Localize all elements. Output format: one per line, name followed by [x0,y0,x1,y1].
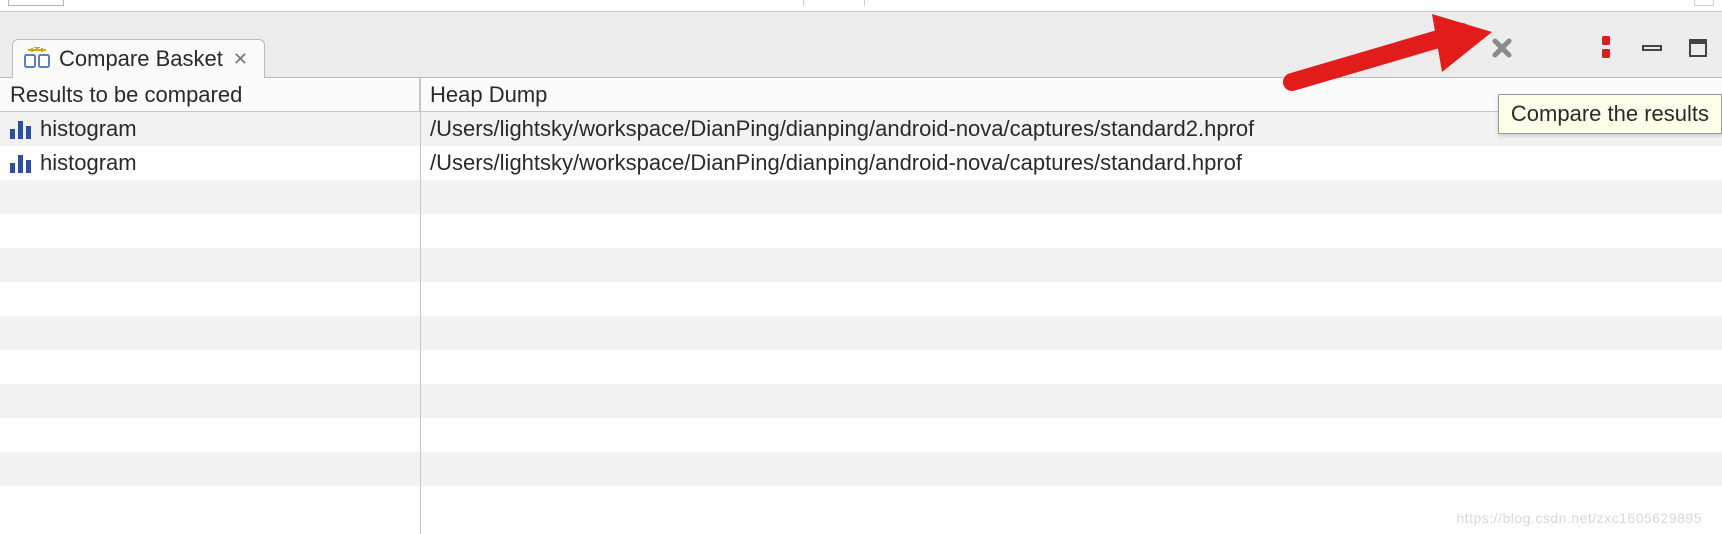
empty-row [0,350,1722,384]
view-tabbar: Compare Basket ✕ [0,36,1722,78]
row-name: histogram [40,150,137,176]
maximize-button[interactable] [1684,34,1712,62]
move-down-button[interactable] [1396,34,1424,62]
basket-icon [23,47,51,71]
tooltip-compare-results: Compare the results [1498,94,1722,134]
column-header-results[interactable]: Results to be compared [0,78,420,111]
minimize-button[interactable] [1638,34,1666,62]
row-path: /Users/lightsky/workspace/DianPing/dianp… [420,150,1722,176]
empty-row [0,452,1722,486]
table-body: histogram /Users/lightsky/workspace/Dian… [0,112,1722,520]
compare-results-button[interactable] [1592,34,1620,62]
histogram-icon [10,119,32,139]
row-name: histogram [40,116,137,142]
view-body: Results to be compared Heap Dump histogr… [0,78,1722,534]
empty-row [0,418,1722,452]
histogram-icon [10,153,32,173]
watermark: https://blog.csdn.net/zxc1605629895 [1456,510,1702,526]
empty-row [0,180,1722,214]
empty-row [0,316,1722,350]
empty-row [0,248,1722,282]
table-row[interactable]: histogram /Users/lightsky/workspace/Dian… [0,112,1722,146]
empty-row [0,282,1722,316]
view-toolbar [1396,34,1712,62]
close-tab-icon[interactable]: ✕ [231,49,250,70]
table-header-row: Results to be compared Heap Dump [0,78,1722,112]
empty-row [0,214,1722,248]
move-up-button[interactable] [1442,34,1470,62]
remove-button[interactable] [1488,34,1516,62]
table-row[interactable]: histogram /Users/lightsky/workspace/Dian… [0,146,1722,180]
tab-title: Compare Basket [59,46,223,72]
spacer [0,12,1722,36]
window-top-strip [0,0,1722,12]
empty-row [0,384,1722,418]
tab-compare-basket[interactable]: Compare Basket ✕ [12,39,265,78]
